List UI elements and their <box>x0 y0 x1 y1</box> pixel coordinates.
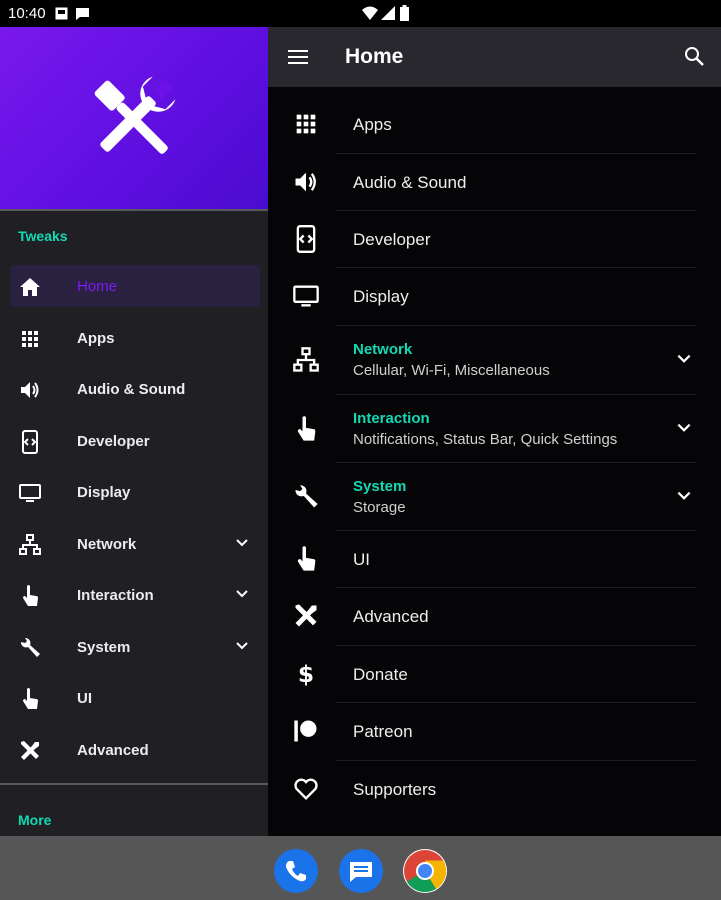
list-item-network[interactable]: Network Cellular, Wi-Fi, Miscellaneous <box>268 326 721 394</box>
phone-icon[interactable] <box>274 849 318 893</box>
list-item-system[interactable]: System Storage <box>268 463 721 531</box>
message-notification-icon <box>75 7 90 20</box>
drawer-item-audio-sound[interactable]: Audio & Sound <box>10 368 260 410</box>
list-item-title: Network <box>353 341 413 358</box>
monitor-icon <box>292 282 320 310</box>
tools-logo-icon <box>83 69 183 169</box>
status-bar: 10:40 <box>0 0 721 27</box>
drawer-item-label: Audio & Sound <box>77 381 186 398</box>
drawer-item-home[interactable]: Home <box>10 265 260 307</box>
drawer-header <box>0 27 268 209</box>
monitor-icon <box>18 481 42 505</box>
heart-icon <box>292 775 320 803</box>
chevron-down-icon[interactable] <box>675 419 693 437</box>
developer-icon <box>18 430 42 454</box>
status-time: 10:40 <box>8 5 46 22</box>
drawer-section-tweaks: Tweaks <box>18 228 68 244</box>
list-item-display[interactable]: Display <box>268 268 721 325</box>
patreon-icon <box>292 717 320 745</box>
search-icon[interactable] <box>683 45 705 67</box>
list-item-title: Interaction <box>353 410 430 427</box>
list-item-subtitle: Storage <box>353 499 406 516</box>
list-item-label: Patreon <box>353 722 413 741</box>
list-item-interaction[interactable]: Interaction Notifications, Status Bar, Q… <box>268 395 721 463</box>
list-item-developer[interactable]: Developer <box>268 211 721 268</box>
chevron-down-icon[interactable] <box>675 487 693 505</box>
battery-icon <box>400 5 409 21</box>
drawer-item-label: Network <box>77 536 137 553</box>
drawer-item-ui[interactable]: UI <box>10 677 260 719</box>
svg-text:$: $ <box>298 660 314 688</box>
drawer-divider <box>0 783 268 785</box>
list-item-subtitle: Cellular, Wi-Fi, Miscellaneous <box>353 362 550 379</box>
list-item-label: Donate <box>353 665 408 684</box>
drawer-item-label: Interaction <box>77 587 154 604</box>
list-item-label: Supporters <box>353 780 437 799</box>
app-bar: Home <box>268 27 721 87</box>
messages-icon[interactable] <box>339 849 383 893</box>
list-item-subtitle: Notifications, Status Bar, Quick Setting… <box>353 431 618 448</box>
notification-icon <box>55 7 68 20</box>
list-item-label: Apps <box>353 115 392 134</box>
chevron-down-icon[interactable] <box>234 586 250 602</box>
list-item-label: Display <box>353 287 409 306</box>
drawer-item-label: Display <box>77 484 131 501</box>
list-item-donate[interactable]: $ Donate <box>268 646 721 703</box>
drawer-item-label: UI <box>77 690 92 707</box>
drawer-item-developer[interactable]: Developer <box>10 420 260 462</box>
drawer-item-system[interactable]: System <box>10 626 260 668</box>
list-item-patreon[interactable]: Patreon <box>268 703 721 760</box>
chevron-down-icon[interactable] <box>675 350 693 368</box>
drawer-item-label: Apps <box>77 330 115 347</box>
list-item-audio-sound[interactable]: Audio & Sound <box>268 154 721 211</box>
drawer-item-label: Developer <box>77 433 150 450</box>
touch-icon <box>18 584 42 608</box>
list-item-label: Audio & Sound <box>353 173 467 192</box>
wrench-icon <box>18 636 42 660</box>
volume-icon <box>18 378 42 402</box>
touch-icon <box>292 415 320 443</box>
apps-grid-icon <box>18 327 42 351</box>
drawer-item-network[interactable]: Network <box>10 523 260 565</box>
wifi-icon <box>362 6 378 20</box>
wrench-icon <box>292 483 320 511</box>
list-item-label: UI <box>353 550 370 569</box>
page-title: Home <box>345 45 404 68</box>
list-item-ui[interactable]: UI <box>268 531 721 588</box>
chrome-icon[interactable] <box>403 849 447 893</box>
drawer-divider <box>0 209 268 211</box>
menu-icon[interactable] <box>286 46 310 68</box>
drawer-item-label: Advanced <box>77 742 149 759</box>
list-item-advanced[interactable]: Advanced <box>268 588 721 645</box>
list-item-label: Advanced <box>353 607 429 626</box>
drawer-item-label: Home <box>77 278 118 295</box>
network-icon <box>292 346 320 374</box>
touch-icon <box>292 545 320 573</box>
main-content: Home Apps Audio & Sound Developer Displa… <box>268 27 721 836</box>
home-icon <box>18 275 42 299</box>
drawer-item-advanced[interactable]: Advanced <box>10 729 260 771</box>
drawer-item-display[interactable]: Display <box>10 471 260 513</box>
dollar-icon: $ <box>292 660 320 688</box>
drawer-item-interaction[interactable]: Interaction <box>10 574 260 616</box>
touch-icon <box>18 687 42 711</box>
list-item-apps[interactable]: Apps <box>268 96 721 153</box>
chevron-down-icon[interactable] <box>234 638 250 654</box>
chevron-down-icon[interactable] <box>234 535 250 551</box>
drawer-item-label: System <box>77 639 131 656</box>
developer-icon <box>292 225 320 253</box>
list-item-supporters[interactable]: Supporters <box>268 761 721 818</box>
apps-grid-icon <box>292 110 320 138</box>
drawer-item-apps[interactable]: Apps <box>10 317 260 359</box>
signal-icon <box>381 6 395 20</box>
navigation-drawer: Tweaks Home Apps Audio & Sound Developer… <box>0 27 268 836</box>
list-item-title: System <box>353 478 407 495</box>
tools-icon <box>292 602 320 630</box>
list-item-label: Developer <box>353 230 431 249</box>
network-icon <box>18 533 42 557</box>
drawer-section-more: More <box>18 812 52 828</box>
volume-icon <box>292 168 320 196</box>
tools-icon <box>18 739 42 763</box>
app-dock <box>0 836 721 900</box>
